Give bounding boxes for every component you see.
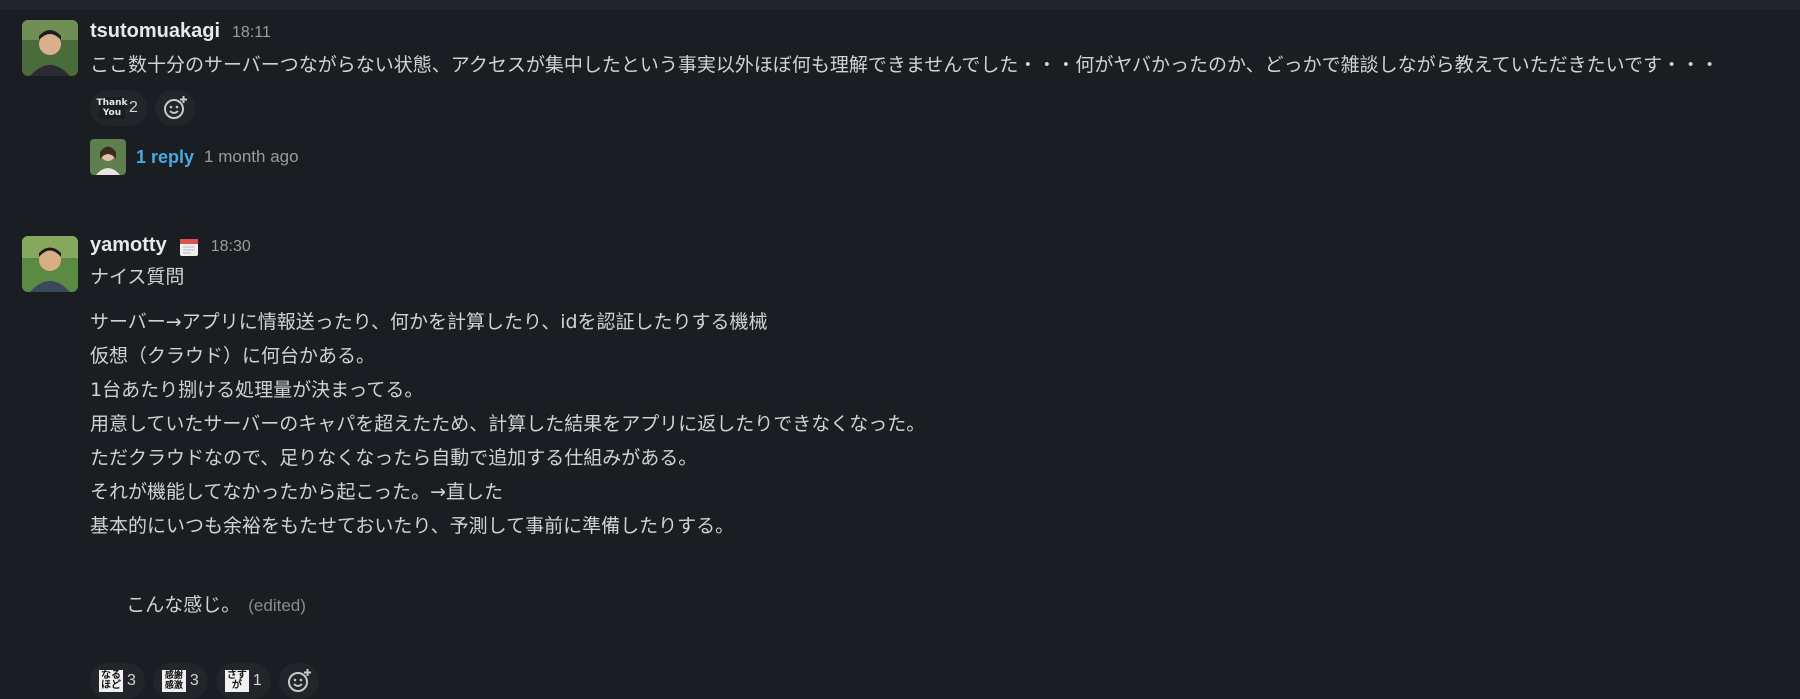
reaction-count: 3 <box>127 672 136 689</box>
kansha-emoji: 感謝 感激 <box>161 670 186 692</box>
avatar[interactable] <box>22 20 78 76</box>
message-closing-row: こんな感じ。 (edited) <box>90 554 1790 657</box>
message-body: サーバー→アプリに情報送ったり、何かを計算したり、idを認証したりする機械 仮想… <box>90 305 1790 543</box>
reaction-bar: なる ほど 3 感謝 感激 3 さすが 1 <box>90 663 1790 699</box>
reply-avatar <box>90 139 126 175</box>
reaction-naruhodo[interactable]: なる ほど 3 <box>90 663 145 699</box>
message-line: それが機能してなかったから起こった。→直した <box>90 481 504 503</box>
author-name[interactable]: tsutomuakagi <box>90 20 220 43</box>
add-reaction-button[interactable] <box>278 663 319 699</box>
message-line: 1台あたり捌ける処理量が決まってる。 <box>90 379 424 401</box>
message-text: ここ数十分のサーバーつながらない状態、アクセスが集中したという事実以外ほぼ何も理… <box>90 54 1720 76</box>
thank-you-emoji: Thank You <box>96 97 128 119</box>
add-emoji-icon <box>287 669 311 692</box>
timestamp[interactable]: 18:11 <box>232 24 271 42</box>
message-line: 基本的にいつも余裕をもたせておいたり、予測して事前に準備したりする。 <box>90 515 735 537</box>
thread-summary[interactable]: 1 reply 1 month ago <box>90 138 1790 176</box>
reaction-count: 2 <box>129 99 138 116</box>
message-line: 用意していたサーバーのキャパを超えたため、計算した結果をアプリに返したりできなく… <box>90 413 926 435</box>
edited-label: (edited) <box>248 596 306 615</box>
reply-count-link[interactable]: 1 reply <box>136 147 194 168</box>
message-line: 仮想（クラウド）に何台かある。 <box>90 345 376 367</box>
message-intro: ナイス質問 <box>90 266 185 288</box>
timestamp[interactable]: 18:30 <box>211 238 251 256</box>
reaction-bar: Thank You 2 <box>90 90 1790 126</box>
avatar[interactable] <box>22 236 78 292</box>
sasuga-emoji: さすが <box>224 670 249 692</box>
reaction-count: 1 <box>252 672 262 689</box>
last-reply-time: 1 month ago <box>204 147 299 166</box>
message-line: サーバー→アプリに情報送ったり、何かを計算したり、idを認証したりする機械 <box>90 311 768 333</box>
top-bar <box>0 0 1800 10</box>
add-reaction-button[interactable] <box>154 90 195 126</box>
reaction-sasuga[interactable]: さすが 1 <box>215 663 271 699</box>
message-closing: こんな感じ。 <box>126 594 241 616</box>
reaction-count: 3 <box>189 672 199 689</box>
naruhodo-emoji: なる ほど <box>99 670 123 692</box>
reaction-thank-you[interactable]: Thank You 2 <box>90 90 147 126</box>
add-emoji-icon <box>163 96 187 119</box>
calendar-icon[interactable] <box>179 237 199 257</box>
message-line: ただクラウドなので、足りなくなったら自動で追加する仕組みがある。 <box>90 447 698 469</box>
author-name[interactable]: yamotty <box>90 234 167 257</box>
reaction-kansha[interactable]: 感謝 感激 3 <box>152 663 208 699</box>
